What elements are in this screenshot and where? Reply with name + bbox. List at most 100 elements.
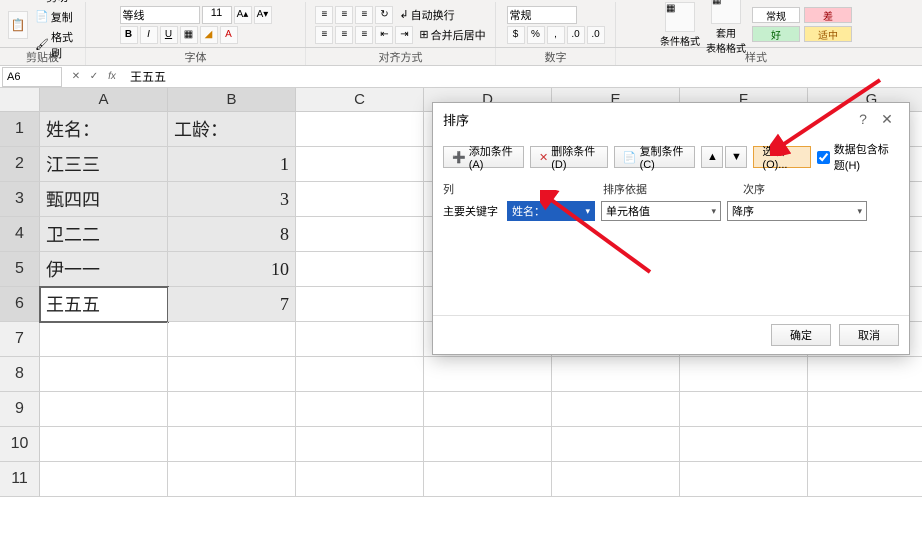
cell[interactable]	[680, 392, 808, 427]
cell[interactable]	[552, 392, 680, 427]
cell[interactable]	[552, 462, 680, 497]
style-swatch-good[interactable]: 好	[752, 26, 800, 42]
cell[interactable]	[40, 462, 168, 497]
merge-center-button[interactable]: ⊞ 合并后居中	[419, 26, 485, 44]
wrap-text-button[interactable]: ↲ 自动换行	[399, 6, 454, 24]
align-right-button[interactable]: ≡	[355, 26, 373, 44]
row-header[interactable]: 2	[0, 147, 40, 182]
header-checkbox[interactable]: 数据包含标题(H)	[817, 141, 899, 173]
cell[interactable]	[168, 322, 296, 357]
cell[interactable]	[424, 462, 552, 497]
cancel-formula-icon[interactable]: ✕	[68, 69, 84, 85]
underline-button[interactable]: U	[160, 26, 178, 44]
style-swatch-normal[interactable]: 常规	[752, 7, 800, 23]
cut-button[interactable]: ✂ 剪切	[32, 0, 77, 6]
align-left-button[interactable]: ≡	[315, 26, 333, 44]
decrease-font-button[interactable]: A▾	[254, 6, 272, 24]
cell[interactable]: 工龄：	[168, 112, 296, 147]
cell[interactable]	[680, 357, 808, 392]
cell[interactable]	[296, 462, 424, 497]
font-size-input[interactable]: 11	[202, 6, 232, 24]
row-header[interactable]: 9	[0, 392, 40, 427]
style-swatch-bad[interactable]: 差	[804, 7, 852, 23]
indent-dec-button[interactable]: ⇤	[375, 26, 393, 44]
row-header[interactable]: 10	[0, 427, 40, 462]
row-header[interactable]: 5	[0, 252, 40, 287]
border-button[interactable]: ▦	[180, 26, 198, 44]
cell[interactable]	[168, 357, 296, 392]
number-format-select[interactable]: 常规	[507, 6, 577, 24]
fx-icon[interactable]: fx	[104, 69, 120, 85]
cell[interactable]	[552, 427, 680, 462]
cell[interactable]	[296, 252, 424, 287]
cell-active[interactable]: 王五五	[40, 287, 168, 322]
cell[interactable]: 7	[168, 287, 296, 322]
help-button[interactable]: ?	[851, 107, 875, 131]
close-button[interactable]: ✕	[875, 107, 899, 131]
cell[interactable]: 3	[168, 182, 296, 217]
cell[interactable]	[424, 427, 552, 462]
indent-inc-button[interactable]: ⇥	[395, 26, 413, 44]
font-color-button[interactable]: A	[220, 26, 238, 44]
copy-button[interactable]: 📄 复制	[32, 8, 77, 26]
options-button[interactable]: 选项(O)...	[753, 146, 810, 168]
row-header[interactable]: 8	[0, 357, 40, 392]
cell[interactable]	[296, 287, 424, 322]
row-header[interactable]: 6	[0, 287, 40, 322]
ok-button[interactable]: 确定	[771, 324, 831, 346]
cell[interactable]	[808, 462, 922, 497]
align-bottom-button[interactable]: ≡	[355, 6, 373, 24]
cell[interactable]	[40, 357, 168, 392]
cell[interactable]	[680, 462, 808, 497]
cell[interactable]	[296, 322, 424, 357]
cell[interactable]	[552, 357, 680, 392]
order-select[interactable]: 降序	[727, 201, 867, 221]
cell[interactable]	[808, 392, 922, 427]
cell[interactable]	[168, 427, 296, 462]
cell[interactable]	[40, 427, 168, 462]
cell[interactable]	[296, 427, 424, 462]
row-header[interactable]: 4	[0, 217, 40, 252]
add-condition-button[interactable]: ➕添加条件(A)	[443, 146, 524, 168]
currency-button[interactable]: $	[507, 26, 525, 44]
formula-input[interactable]	[126, 67, 922, 87]
cell[interactable]	[296, 182, 424, 217]
move-down-button[interactable]: ▼	[725, 146, 747, 168]
align-middle-button[interactable]: ≡	[335, 6, 353, 24]
paste-icon[interactable]: 📋	[8, 11, 28, 39]
cell[interactable]	[680, 427, 808, 462]
cell[interactable]	[424, 392, 552, 427]
cell[interactable]	[40, 392, 168, 427]
col-header[interactable]: B	[168, 88, 296, 112]
percent-button[interactable]: %	[527, 26, 545, 44]
table-format-icon[interactable]: ▦	[711, 0, 741, 24]
row-header[interactable]: 11	[0, 462, 40, 497]
align-top-button[interactable]: ≡	[315, 6, 333, 24]
bold-button[interactable]: B	[120, 26, 138, 44]
col-header[interactable]: A	[40, 88, 168, 112]
cancel-button[interactable]: 取消	[839, 324, 899, 346]
increase-font-button[interactable]: A▴	[234, 6, 252, 24]
move-up-button[interactable]: ▲	[701, 146, 723, 168]
header-checkbox-input[interactable]	[817, 151, 830, 164]
cell[interactable]	[808, 357, 922, 392]
row-header[interactable]: 7	[0, 322, 40, 357]
row-header[interactable]: 3	[0, 182, 40, 217]
cell[interactable]	[296, 147, 424, 182]
cell[interactable]	[296, 217, 424, 252]
cell[interactable]	[808, 427, 922, 462]
col-header[interactable]: C	[296, 88, 424, 112]
cell[interactable]	[296, 392, 424, 427]
fill-color-button[interactable]: ◢	[200, 26, 218, 44]
delete-condition-button[interactable]: ✕删除条件(D)	[530, 146, 608, 168]
conditional-format-icon[interactable]: ▦	[665, 2, 695, 32]
select-all-corner[interactable]	[0, 88, 40, 112]
comma-button[interactable]: ,	[547, 26, 565, 44]
cell[interactable]: 江三三	[40, 147, 168, 182]
orientation-button[interactable]: ↻	[375, 6, 393, 24]
dec-decimal-button[interactable]: .0	[587, 26, 605, 44]
cell[interactable]: 10	[168, 252, 296, 287]
align-center-button[interactable]: ≡	[335, 26, 353, 44]
sort-by-select[interactable]: 单元格值	[601, 201, 721, 221]
italic-button[interactable]: I	[140, 26, 158, 44]
